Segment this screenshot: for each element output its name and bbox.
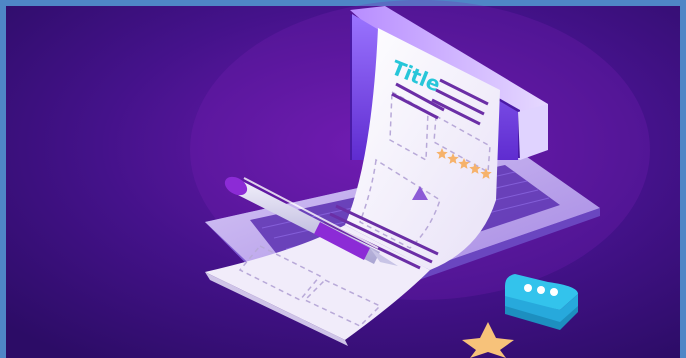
chat-dot (550, 288, 558, 296)
laptop-document-illustration: Title (0, 0, 686, 358)
chat-dot (524, 284, 532, 292)
illustration-scene: Title (0, 0, 686, 358)
chat-dot (537, 286, 545, 294)
